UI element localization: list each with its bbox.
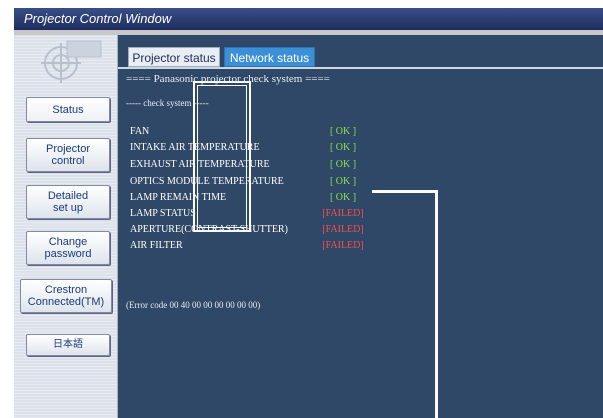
sidebar-item-label: 日本語 <box>53 339 83 350</box>
sidebar-item-label: Crestron Connected(TM) <box>27 284 105 308</box>
check-item-name: FAN <box>130 126 150 137</box>
status-ok: [ OK ] <box>329 176 357 187</box>
sidebar-item-japanese[interactable]: 日本語 <box>26 334 110 356</box>
tab-label: Projector status <box>132 51 216 65</box>
status-failed: [FAILED] <box>322 240 364 251</box>
tab-network-status[interactable]: Network status <box>224 47 315 67</box>
main-panel: Projector status Network status ==== Pan… <box>118 35 603 418</box>
sidebar-item-label: Status <box>52 103 84 116</box>
sidebar-item-projector-control[interactable]: Projector control <box>26 138 110 172</box>
sidebar-item-label: Change password <box>44 236 92 260</box>
callout-line <box>372 190 438 193</box>
sidebar-item-detailed-set-up[interactable]: Detailed set up <box>26 185 110 219</box>
status-ok: [ OK ] <box>329 126 357 137</box>
status-ok: [ OK ] <box>329 159 357 170</box>
check-item-name: LAMP STATUS <box>130 208 196 219</box>
projector-logo-icon <box>41 40 102 83</box>
tab-underline <box>118 67 603 69</box>
sidebar-item-label: Projector control <box>45 143 91 167</box>
check-item-name: AIR FILTER <box>130 240 183 251</box>
sidebar-item-label: Detailed set up <box>47 190 89 214</box>
status-highlight-box <box>193 81 251 232</box>
status-ok: [ OK ] <box>329 192 357 203</box>
window-title: Projector Control Window <box>24 11 172 26</box>
tab-projector-status[interactable]: Projector status <box>128 47 220 67</box>
status-failed: [FAILED] <box>322 208 364 219</box>
status-failed: [FAILED] <box>322 224 364 235</box>
sidebar-item-change-password[interactable]: Change password <box>26 231 110 265</box>
sidebar-item-status[interactable]: Status <box>26 97 110 122</box>
callout-line <box>435 190 438 418</box>
error-code: (Error code 00 40 00 00 00 00 00 00) <box>126 300 261 310</box>
status-ok: [ OK ] <box>329 142 357 153</box>
window-title-bar: Projector Control Window <box>14 8 603 30</box>
tab-label: Network status <box>229 51 310 65</box>
sidebar: Status Projector control Detailed set up… <box>14 35 118 418</box>
sidebar-item-crestron[interactable]: Crestron Connected(TM) <box>20 279 112 313</box>
